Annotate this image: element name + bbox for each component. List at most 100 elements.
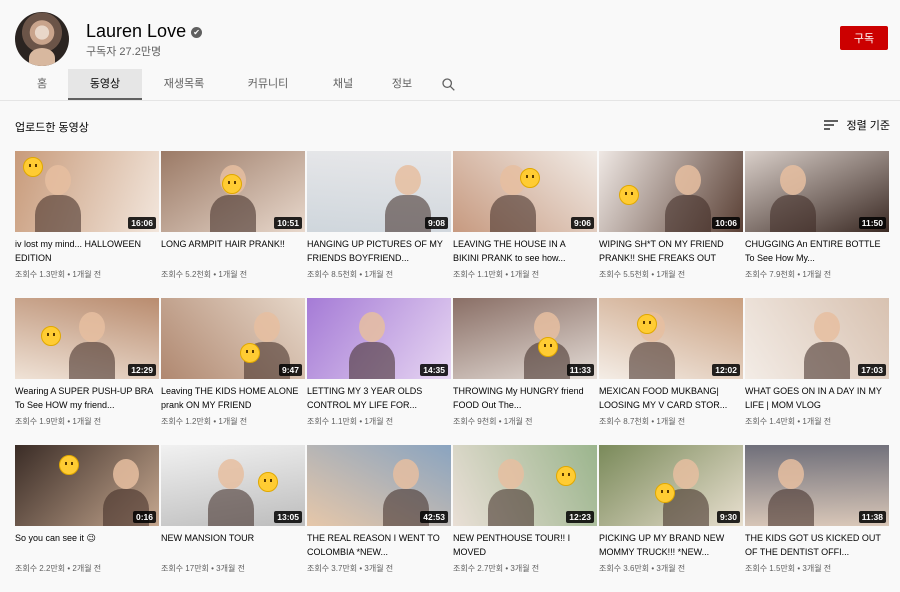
video-thumbnail[interactable]: 13:05 [161, 445, 305, 526]
video-thumbnail[interactable]: 10:06 [599, 151, 743, 232]
video-title[interactable]: Leaving THE KIDS HOME ALONE prank ON MY … [161, 385, 305, 412]
video-card[interactable]: 0:16 So you can see it 😉 조회수 2.2만회 • 2개월 전 [15, 445, 159, 580]
video-duration: 10:06 [712, 217, 740, 229]
video-card[interactable]: 11:38 THE KIDS GOT US KICKED OUT OF THE D… [745, 445, 889, 580]
video-thumbnail[interactable]: 14:35 [307, 298, 451, 379]
video-card[interactable]: 12:29 Wearing A SUPER PUSH-UP BRA To See … [15, 298, 159, 433]
video-title[interactable]: THE REAL REASON I WENT TO COLOMBIA *NEW.… [307, 532, 451, 559]
video-card[interactable]: 10:06 WIPING SH*T ON MY FRIEND PRANK!! SH… [599, 151, 743, 286]
video-age: 3개월 전 [510, 564, 540, 573]
video-title[interactable]: iv lost my mind... HALLOWEEN EDITION [15, 238, 159, 265]
video-title[interactable]: WHAT GOES ON IN A DAY IN MY LIFE | MOM V… [745, 385, 889, 412]
video-views: 조회수 1.3만회 [15, 270, 66, 279]
tab-playlists[interactable]: 재생목록 [142, 69, 226, 100]
video-card[interactable]: 10:51 LONG ARMPIT HAIR PRANK!! 조회수 5.2천회 •… [161, 151, 305, 286]
video-card[interactable]: 11:50 CHUGGING An ENTIRE BOTTLE To See Ho… [745, 151, 889, 286]
video-age: 2개월 전 [72, 564, 102, 573]
video-duration: 11:33 [566, 364, 594, 376]
thumbnail-figure [45, 165, 71, 195]
emoji-sticker-icon [637, 314, 657, 334]
video-title[interactable]: So you can see it 😉 [15, 532, 159, 559]
video-card[interactable]: 16:06 iv lost my mind... HALLOWEEN EDITIO… [15, 151, 159, 286]
video-duration: 12:23 [566, 511, 594, 523]
channel-name-text: Lauren Love [86, 21, 187, 41]
emoji-sticker-icon [556, 466, 576, 486]
video-card[interactable]: 12:23 NEW PENTHOUSE TOUR!! I MOVED 조회수 2.7… [453, 445, 597, 580]
video-card[interactable]: 12:02 MEXICAN FOOD MUKBANG| LOOSING MY V … [599, 298, 743, 433]
video-thumbnail[interactable]: 12:29 [15, 298, 159, 379]
video-thumbnail[interactable]: 11:38 [745, 445, 889, 526]
video-title[interactable]: LEAVING THE HOUSE IN A BIKINI PRANK to s… [453, 238, 597, 265]
video-title[interactable]: LONG ARMPIT HAIR PRANK!! [161, 238, 305, 265]
thumbnail-figure-body [210, 195, 256, 232]
video-thumbnail[interactable]: 16:06 [15, 151, 159, 232]
emoji-sticker-icon [258, 472, 278, 492]
video-duration: 9:47 [278, 364, 302, 376]
video-age: 3개월 전 [364, 564, 394, 573]
video-meta: 조회수 1.5만회 • 3개월 전 [745, 563, 889, 574]
tab-search[interactable] [428, 69, 468, 100]
thumbnail-figure [79, 312, 105, 342]
video-card[interactable]: 11:33 THROWING My HUNGRY friend FOOD Out … [453, 298, 597, 433]
video-thumbnail[interactable]: 9:08 [307, 151, 451, 232]
thumbnail-figure [498, 459, 524, 489]
video-meta: 조회수 3.6만회 • 3개월 전 [599, 563, 743, 574]
video-title[interactable]: MEXICAN FOOD MUKBANG| LOOSING MY V CARD … [599, 385, 743, 412]
video-title[interactable]: HANGING UP PICTURES OF MY FRIENDS BOYFRI… [307, 238, 451, 265]
video-thumbnail[interactable]: 10:51 [161, 151, 305, 232]
verified-icon: ✔ [191, 27, 203, 38]
video-age: 3개월 전 [216, 564, 245, 573]
channel-avatar[interactable] [15, 12, 69, 66]
thumbnail-figure [778, 459, 804, 489]
video-card[interactable]: 42:53 THE REAL REASON I WENT TO COLOMBIA … [307, 445, 451, 580]
video-duration: 9:30 [716, 511, 740, 523]
video-title[interactable]: Wearing A SUPER PUSH-UP BRA To See HOW m… [15, 385, 159, 412]
video-thumbnail[interactable]: 17:03 [745, 298, 889, 379]
video-views: 조회수 1.1만회 [453, 270, 504, 279]
tab-home[interactable]: 홈 [16, 69, 68, 100]
video-title[interactable]: THROWING My HUNGRY friend FOOD Out The..… [453, 385, 597, 412]
tab-channels[interactable]: 채널 [310, 69, 376, 100]
video-card[interactable]: 9:08 HANGING UP PICTURES OF MY FRIENDS BO… [307, 151, 451, 286]
video-title[interactable]: LETTING MY 3 YEAR OLDS CONTROL MY LIFE F… [307, 385, 451, 412]
video-title[interactable]: CHUGGING An ENTIRE BOTTLE To See How My.… [745, 238, 889, 265]
video-title[interactable]: THE KIDS GOT US KICKED OUT OF THE DENTIS… [745, 532, 889, 559]
tab-community[interactable]: 커뮤니티 [226, 69, 310, 100]
video-thumbnail[interactable]: 9:47 [161, 298, 305, 379]
video-title[interactable]: NEW PENTHOUSE TOUR!! I MOVED [453, 532, 597, 559]
video-age: 3개월 전 [656, 564, 686, 573]
video-card[interactable]: 9:06 LEAVING THE HOUSE IN A BIKINI PRANK … [453, 151, 597, 286]
video-meta: 조회수 5.5천회 • 1개월 전 [599, 269, 743, 280]
sort-button[interactable]: 정렬 기준 [824, 117, 890, 133]
video-card[interactable]: 9:30 PICKING UP MY BRAND NEW MOMMY TRUCK!… [599, 445, 743, 580]
sort-icon [824, 119, 839, 131]
video-title[interactable]: NEW MANSION TOUR [161, 532, 305, 559]
video-thumbnail[interactable]: 0:16 [15, 445, 159, 526]
emoji-sticker-icon [222, 174, 242, 194]
video-card[interactable]: 13:05 NEW MANSION TOUR 조회수 17만회 • 3개월 전 [161, 445, 305, 580]
video-age: 1개월 전 [802, 270, 832, 279]
video-thumbnail[interactable]: 11:33 [453, 298, 597, 379]
video-thumbnail[interactable]: 9:30 [599, 445, 743, 526]
video-views: 조회수 3.7만회 [307, 564, 358, 573]
thumbnail-figure-body [804, 342, 850, 379]
video-thumbnail[interactable]: 42:53 [307, 445, 451, 526]
video-title[interactable]: PICKING UP MY BRAND NEW MOMMY TRUCK!!! *… [599, 532, 743, 559]
video-age: 1개월 전 [510, 270, 540, 279]
thumbnail-figure-body [490, 195, 536, 232]
video-title[interactable]: WIPING SH*T ON MY FRIEND PRANK!! SHE FRE… [599, 238, 743, 265]
video-views: 조회수 5.2천회 [161, 270, 212, 279]
video-thumbnail[interactable]: 11:50 [745, 151, 889, 232]
video-card[interactable]: 9:47 Leaving THE KIDS HOME ALONE prank ON… [161, 298, 305, 433]
video-card[interactable]: 17:03 WHAT GOES ON IN A DAY IN MY LIFE | … [745, 298, 889, 433]
tab-videos[interactable]: 동영상 [68, 69, 142, 100]
tab-about[interactable]: 정보 [376, 69, 428, 100]
video-views: 조회수 1.5만회 [745, 564, 796, 573]
subscribe-button[interactable]: 구독 [840, 26, 888, 50]
channel-name[interactable]: Lauren Love ✔ [86, 21, 203, 42]
thumbnail-figure-body [770, 195, 816, 232]
video-card[interactable]: 14:35 LETTING MY 3 YEAR OLDS CONTROL MY L… [307, 298, 451, 433]
video-thumbnail[interactable]: 12:02 [599, 298, 743, 379]
video-thumbnail[interactable]: 9:06 [453, 151, 597, 232]
video-thumbnail[interactable]: 12:23 [453, 445, 597, 526]
